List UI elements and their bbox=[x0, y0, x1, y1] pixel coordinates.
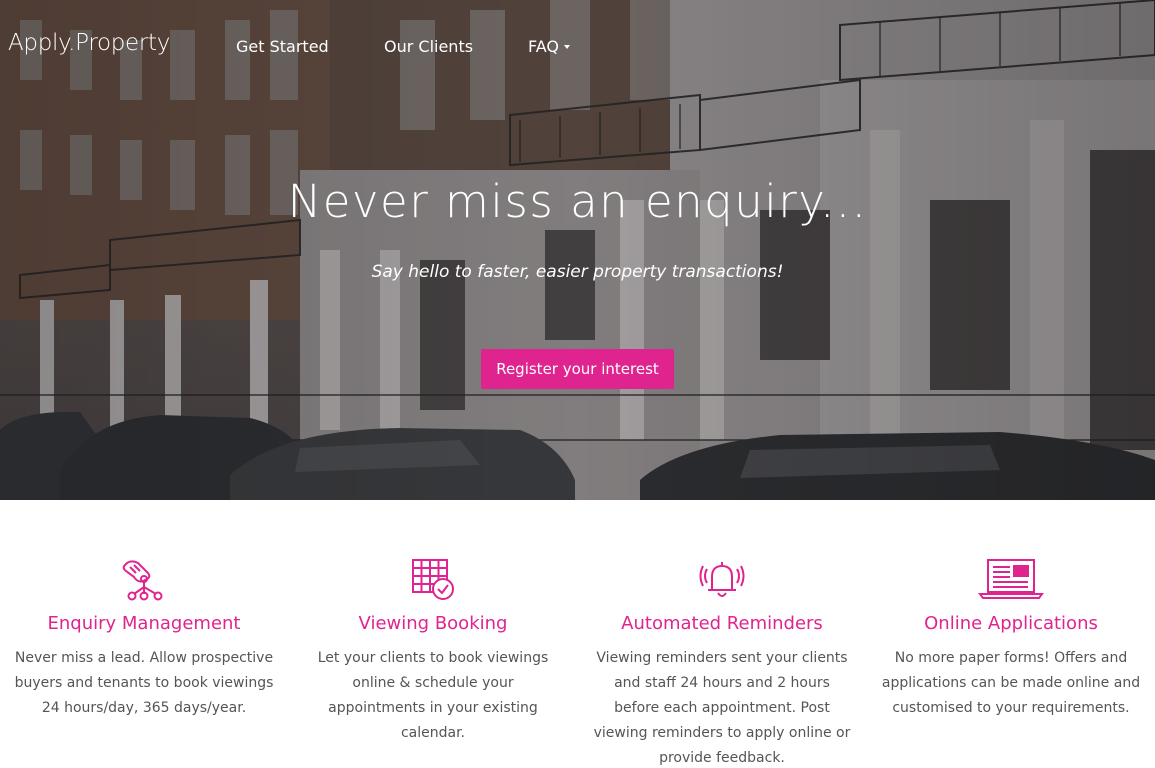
nav-faq-dropdown[interactable]: FAQ bbox=[528, 37, 570, 56]
nav-faq-label: FAQ bbox=[528, 37, 559, 56]
hero-section: Apply.Property Get Started Our Clients F… bbox=[0, 0, 1155, 500]
nav-get-started[interactable]: Get Started bbox=[236, 37, 329, 56]
feature-description: Let your clients to book viewings online… bbox=[317, 650, 549, 741]
nav-our-clients[interactable]: Our Clients bbox=[384, 37, 473, 56]
feature-description: Viewing reminders sent your clients and … bbox=[593, 650, 851, 766]
bell-ringing-icon bbox=[699, 562, 745, 597]
hero-headline: Never miss an enquiry... bbox=[287, 175, 868, 228]
brand-logo[interactable]: Apply.Property bbox=[8, 30, 170, 56]
feature-title: Enquiry Management bbox=[47, 613, 241, 634]
calendar-check-icon bbox=[412, 559, 454, 600]
feature-title: Automated Reminders bbox=[621, 613, 823, 634]
feature-title: Viewing Booking bbox=[358, 613, 508, 634]
feature-description: Never miss a lead. Allow prospective buy… bbox=[14, 650, 274, 716]
top-navigation: Apply.Property Get Started Our Clients F… bbox=[0, 0, 1155, 92]
hero-subheadline: Say hello to faster, easier property tra… bbox=[371, 262, 784, 282]
feature-title: Online Applications bbox=[924, 613, 1098, 634]
register-interest-button[interactable]: Register your interest bbox=[481, 349, 674, 389]
handshake-network-icon bbox=[122, 560, 163, 601]
caret-down-icon bbox=[564, 45, 570, 49]
laptop-form-icon bbox=[978, 559, 1044, 599]
features-section: Enquiry Management Never miss a lead. Al… bbox=[0, 500, 1155, 768]
feature-description: No more paper forms! Offers and applicat… bbox=[881, 650, 1141, 716]
